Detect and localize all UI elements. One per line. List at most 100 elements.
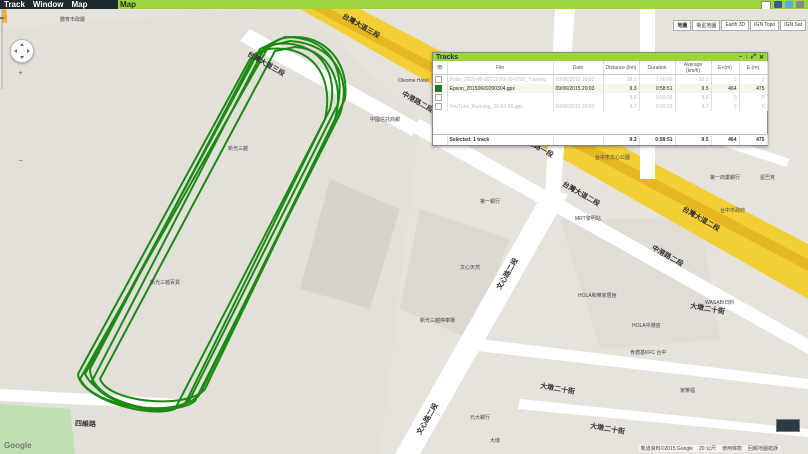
track-average: 10.2 xyxy=(675,74,712,84)
track-duration: 1:00:00 xyxy=(639,74,676,84)
map-type-ign-topo[interactable]: IGN Topo xyxy=(750,20,780,31)
total-eminus: 475 xyxy=(739,134,768,145)
table-row[interactable]: Polar_2015-06-09T12-03-09-0000_Training … xyxy=(433,74,768,84)
twitter-icon[interactable] xyxy=(785,1,793,8)
table-row[interactable]: YouTube_Running_20-03-06.gpx 09/06/2015 … xyxy=(433,102,768,111)
table-header: 👁 File Date Distance (km) Duration Avera… xyxy=(433,61,768,75)
poi-label: Oleome Hotel xyxy=(398,78,429,84)
settings-icon[interactable] xyxy=(796,1,804,8)
maximize-icon[interactable]: ⤢ xyxy=(751,54,756,61)
tab-map[interactable]: Map xyxy=(120,0,136,9)
table-row[interactable]: Epson_20150609200304.gpx 09/06/2015 20:0… xyxy=(433,84,768,93)
track-eplus: 0 xyxy=(711,74,740,84)
track-eminus: 475 xyxy=(739,84,768,93)
tracks-window[interactable]: Tracks – ↓ ⤢ ✕ 👁 File Date Distance (km)… xyxy=(432,52,768,146)
column-header[interactable]: Average (km/h) xyxy=(675,61,712,75)
zoom-out-button[interactable]: − xyxy=(15,157,26,166)
terms-link[interactable]: 使用條款 xyxy=(722,445,742,452)
google-logo: Google xyxy=(4,441,32,450)
track-date: 09/06/2015 20:03 xyxy=(553,84,604,93)
table-row[interactable]: 9.8 0:59:58 9.8 0 0 xyxy=(433,93,768,102)
tracks-table: 👁 File Date Distance (km) Duration Avera… xyxy=(433,61,768,111)
poi-label: 元大銀行 xyxy=(470,415,491,421)
zoom-slider[interactable] xyxy=(0,9,4,89)
column-header[interactable]: E-(m) xyxy=(739,61,768,75)
road-label: 四維路 xyxy=(74,420,97,429)
map-type-ign-sat[interactable]: IGN Sat xyxy=(780,20,806,31)
track-file: Polar_2015-06-09T12-03-09-0000_Training xyxy=(447,74,554,84)
selection-summary: Selected: 1 track xyxy=(447,134,554,145)
track-average: 9.7 xyxy=(675,102,712,111)
track-date xyxy=(553,93,604,102)
attribution-data: 軌道資料©2015 Google xyxy=(640,446,694,452)
track-eplus: 464 xyxy=(711,84,740,93)
map-type-earth3d[interactable]: Earth 3D xyxy=(721,20,750,31)
visibility-checkbox[interactable] xyxy=(435,103,442,110)
map-type-satellite[interactable]: 衛星地圖 xyxy=(692,20,721,31)
poi-label: 新光三越 xyxy=(228,146,249,152)
poi-label: 星巴克 xyxy=(760,175,776,181)
track-duration: 0:59:58 xyxy=(639,93,676,102)
track-distance: 10.2 xyxy=(603,74,640,84)
column-header[interactable]: Duration xyxy=(639,61,676,75)
poi-label: 第一商業銀行 xyxy=(710,175,741,181)
pin-icon[interactable]: ↓ xyxy=(745,54,748,61)
close-icon[interactable]: ✕ xyxy=(759,54,764,61)
window-buttons: – ↓ ⤢ ✕ xyxy=(739,54,764,61)
eye-icon[interactable]: 👁 xyxy=(433,61,448,75)
menu-window[interactable]: Window xyxy=(29,0,68,9)
total-duration: 0:58:51 xyxy=(639,134,676,145)
menu-map[interactable]: Map xyxy=(68,0,92,9)
visibility-checkbox[interactable] xyxy=(435,85,442,92)
map-type-bar: 地圖 衛星地圖 Earth 3D IGN Topo IGN Sat xyxy=(673,20,806,31)
map-attribution: 軌道資料©2015 Google 20 公尺 使用條款 回報地圖錯誤 xyxy=(638,445,780,452)
poi-label: 肯德基KFC 台中 xyxy=(630,350,667,356)
map-type-map[interactable]: 地圖 xyxy=(673,20,692,31)
track-file xyxy=(447,93,554,102)
track-distance: 9.7 xyxy=(603,102,640,111)
track-distance: 9.3 xyxy=(603,84,640,93)
track-eminus: 0 xyxy=(739,102,768,111)
pan-arrows-icon xyxy=(14,43,30,59)
poi-label: HOLA中港店 xyxy=(632,323,661,329)
track-date: 09/06/2015 20:03 xyxy=(553,74,604,84)
column-header[interactable]: File xyxy=(447,61,554,75)
column-header[interactable]: Distance (km) xyxy=(603,61,640,75)
total-distance: 9.3 xyxy=(603,134,640,145)
visibility-checkbox[interactable] xyxy=(435,94,442,101)
visibility-checkbox[interactable] xyxy=(435,76,442,83)
column-header[interactable]: Date xyxy=(553,61,604,75)
poi-label: 中國信託商銀 xyxy=(370,117,401,123)
app-topbar: Track Window Map Map xyxy=(0,0,808,10)
report-link[interactable]: 回報地圖錯誤 xyxy=(748,445,778,452)
poi-label: 體育市政廳 xyxy=(60,17,86,23)
poi-label: 家樂福 xyxy=(680,388,696,394)
track-eminus: 0 xyxy=(739,74,768,84)
track-average: 9.8 xyxy=(675,93,712,102)
menu-bar: Track Window Map xyxy=(0,0,118,9)
track-eplus: 0 xyxy=(711,93,740,102)
menu-track[interactable]: Track xyxy=(0,0,29,9)
track-duration: 0:58:51 xyxy=(639,84,676,93)
track-date: 09/06/2015 20:03 xyxy=(553,102,604,111)
poi-label: WASABI日料 xyxy=(705,300,735,306)
facebook-icon[interactable] xyxy=(774,1,782,8)
zoom-in-button[interactable]: + xyxy=(15,69,26,78)
track-eminus: 0 xyxy=(739,93,768,102)
poi-label: HOLA和樂家居館 xyxy=(578,293,617,299)
column-header[interactable]: E+(m) xyxy=(711,61,740,75)
layer-widget[interactable] xyxy=(776,419,800,432)
poi-label: 新光三越百貨 xyxy=(150,280,181,286)
tracks-title: Tracks xyxy=(436,53,459,61)
minimize-icon[interactable]: – xyxy=(739,54,742,61)
poi-label: 台中市文心公園 xyxy=(595,155,631,161)
track-duration: 0:59:02 xyxy=(639,102,676,111)
total-average: 9.5 xyxy=(675,134,712,145)
pan-control[interactable] xyxy=(10,39,34,63)
poi-label: 新光三越停車場 xyxy=(420,318,456,324)
track-average: 9.5 xyxy=(675,84,712,93)
poi-label: 台中市政府 xyxy=(720,208,746,214)
tracks-titlebar[interactable]: Tracks – ↓ ⤢ ✕ xyxy=(433,53,767,61)
track-file: Epson_20150609200304.gpx xyxy=(447,84,554,93)
poi-label: 大墩 xyxy=(490,438,501,444)
